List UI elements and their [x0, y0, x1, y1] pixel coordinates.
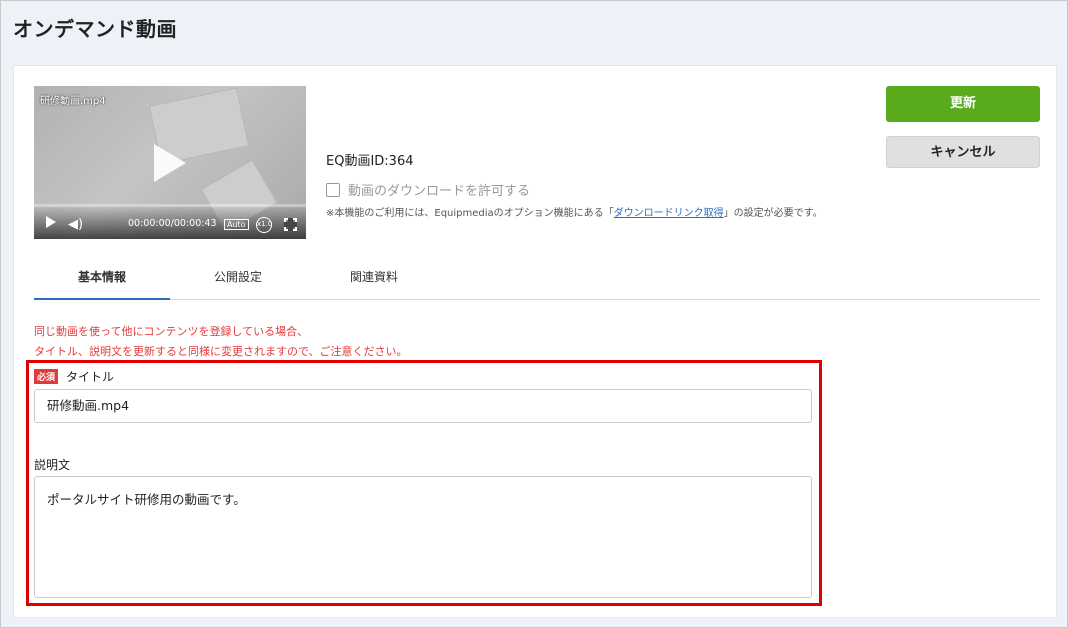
play-icon[interactable] — [46, 216, 56, 228]
volume-icon[interactable]: ◀) — [68, 217, 83, 232]
update-button[interactable]: 更新 — [886, 86, 1040, 122]
tab-basic-info[interactable]: 基本情報 — [34, 262, 170, 300]
description-label: 説明文 — [34, 458, 71, 472]
title-label-row: 必須 タイトル — [34, 368, 114, 385]
speed-button[interactable]: x1.0 — [256, 217, 272, 233]
video-time: 00:00:00/00:00:43 — [128, 218, 217, 229]
fullscreen-icon-gap — [284, 222, 297, 227]
download-link-setting-link[interactable]: ダウンロードリンク取得 — [614, 208, 724, 219]
required-badge: 必須 — [34, 369, 59, 384]
download-note: ※本機能のご利用には、Equipmediaのオプション機能にある「ダウンロードリ… — [326, 206, 866, 222]
video-player[interactable]: 研修動画.mp4 ◀) 00:00:00/00:00:43 Auto x1.0 — [34, 86, 306, 239]
tab-related-materials[interactable]: 関連資料 — [306, 262, 442, 300]
video-filename: 研修動画.mp4 — [40, 96, 106, 107]
download-label[interactable]: 動画のダウンロードを許可する — [348, 180, 530, 199]
description-textarea[interactable]: ポータルサイト研修用の動画です。 — [34, 476, 812, 598]
cancel-button[interactable]: キャンセル — [886, 136, 1040, 168]
title-input[interactable]: 研修動画.mp4 — [34, 389, 812, 423]
download-note-prefix: ※本機能のご利用には、Equipmediaのオプション機能にある「 — [326, 208, 614, 219]
tab-publish-settings[interactable]: 公開設定 — [170, 262, 306, 300]
download-checkbox[interactable] — [326, 182, 340, 197]
warning-message: 同じ動画を使って他にコンテンツを登録している場合、 タイトル、説明文を更新すると… — [34, 322, 408, 362]
eq-video-id: EQ動画ID:364 — [326, 154, 414, 169]
title-label: タイトル — [66, 370, 115, 384]
quality-button[interactable]: Auto — [224, 219, 249, 230]
tab-bar: 基本情報 公開設定 関連資料 — [34, 262, 1040, 300]
content-card: 研修動画.mp4 ◀) 00:00:00/00:00:43 Auto x1.0 … — [13, 65, 1057, 618]
page-title: オンデマンド動画 — [13, 17, 177, 41]
download-permission-row[interactable]: 動画のダウンロードを許可する — [326, 180, 530, 199]
play-large-icon[interactable] — [154, 144, 186, 182]
window-frame: オンデマンド動画 研修動画.mp4 ◀) 00:00:00/00:00:43 A… — [0, 0, 1068, 628]
warning-line-2: タイトル、説明文を更新すると同様に変更されますので、ご注意ください。 — [34, 345, 408, 358]
warning-line-1: 同じ動画を使って他にコンテンツを登録している場合、 — [34, 325, 309, 338]
download-note-suffix: 」の設定が必要です。 — [723, 208, 823, 219]
video-progress-bar[interactable] — [34, 204, 306, 207]
